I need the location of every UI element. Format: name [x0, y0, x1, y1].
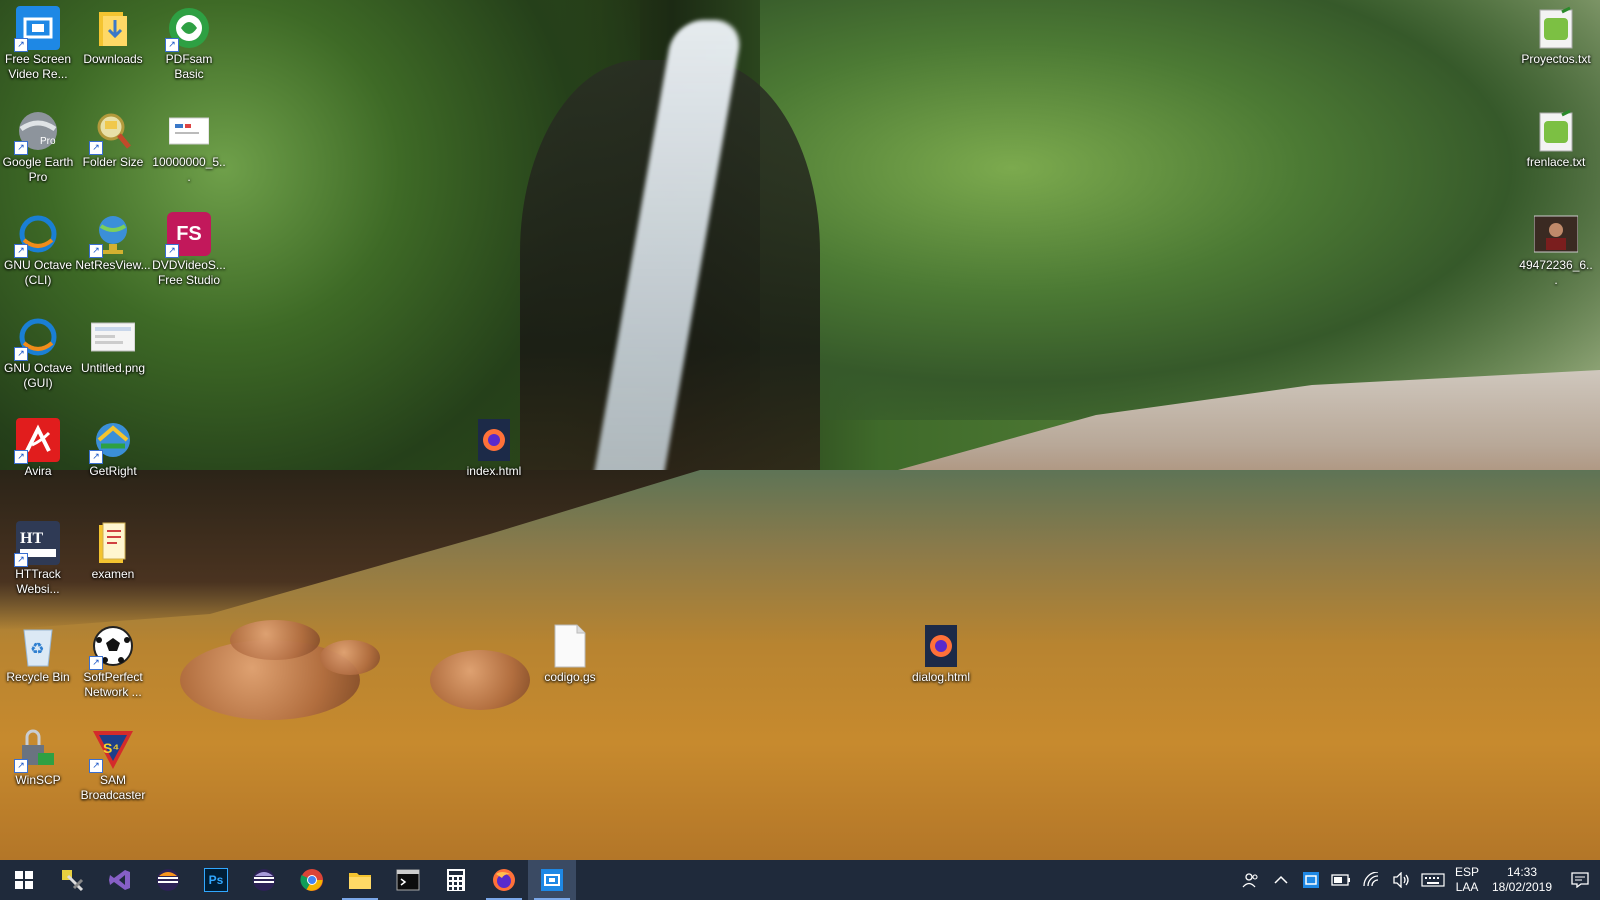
examen[interactable]: examen — [75, 515, 151, 582]
taskbar-eclipse-2-button[interactable] — [240, 860, 288, 900]
eclipse-icon — [157, 869, 179, 891]
pdfsam-icon: ↗ — [165, 6, 211, 52]
gnu-octave-gui[interactable]: ↗ GNU Octave (GUI) — [0, 309, 76, 391]
clock-date: 18/02/2019 — [1491, 880, 1553, 894]
winscp-icon: ↗ — [14, 727, 60, 773]
firefox-icon — [493, 869, 515, 891]
untitled-png[interactable]: Untitled.png — [75, 309, 151, 376]
proyectos-txt-icon — [1534, 6, 1578, 50]
taskbar-file-explorer-button[interactable] — [336, 860, 384, 900]
sam-broadcaster-icon: S⁴ ↗ — [89, 727, 135, 773]
svg-text:♻: ♻ — [30, 639, 44, 658]
taskbar: Ps ESP LAA 14:33 18/02/2019 — [0, 860, 1600, 900]
softperfect-network[interactable]: ↗ SoftPerfect Network ... — [75, 618, 151, 700]
avira-icon: ↗ — [14, 418, 60, 464]
calculator-icon — [447, 869, 465, 891]
getright[interactable]: ↗ GetRight — [75, 412, 151, 479]
proyectos-txt[interactable]: Proyectos.txt — [1518, 0, 1594, 67]
dialog-html[interactable]: dialog.html — [903, 618, 979, 685]
system-tray: ESP LAA 14:33 18/02/2019 — [1236, 860, 1600, 900]
file-explorer-icon — [349, 873, 371, 889]
photo-49472236[interactable]: 49472236_6... — [1518, 206, 1594, 288]
terminal-icon — [396, 869, 420, 891]
google-earth-pro-icon: Pro ↗ — [14, 109, 60, 155]
folder-size-icon: ↗ — [89, 109, 135, 155]
screen-recorder-icon — [541, 869, 563, 891]
codigo-gs-file-icon — [548, 624, 592, 668]
taskbar-visual-studio-button[interactable] — [96, 860, 144, 900]
getright-icon: ↗ — [89, 418, 135, 464]
frenlace-txt[interactable]: frenlace.txt — [1518, 103, 1594, 170]
tool-icon — [62, 870, 84, 892]
gnu-octave-cli-icon: ↗ — [14, 212, 60, 258]
input-language-indicator[interactable]: ESP LAA — [1450, 865, 1484, 895]
netresview[interactable]: ↗ NetResView... — [75, 206, 151, 273]
netresview-icon: ↗ — [89, 212, 135, 258]
downloads-folder-icon — [91, 6, 135, 50]
tray-screen-recorder-icon[interactable] — [1296, 860, 1326, 900]
httrack[interactable]: HT ↗ HTTrack Websi... — [0, 515, 76, 597]
dvdvideosoft-free-studio[interactable]: FS ↗ DVDVideoS... Free Studio — [151, 206, 227, 288]
show-hidden-icons-chevron-up-icon[interactable] — [1266, 860, 1296, 900]
winscp[interactable]: ↗ WinSCP — [0, 721, 76, 788]
svg-text:HT: HT — [20, 530, 43, 547]
softperfect-network-icon: ↗ — [89, 624, 135, 670]
free-screen-video-recorder[interactable]: ↗ Free Screen Video Re... — [0, 0, 76, 82]
avira[interactable]: ↗ Avira — [0, 412, 76, 479]
photo-thumbnail-icon — [1534, 212, 1578, 256]
google-earth-pro[interactable]: Pro ↗ Google Earth Pro — [0, 103, 76, 185]
taskbar-photoshop-button[interactable]: Ps — [192, 860, 240, 900]
eclipse-2-icon — [253, 869, 275, 891]
clock-time: 14:33 — [1506, 865, 1538, 879]
gnu-octave-gui-icon: ↗ — [14, 315, 60, 361]
taskbar-chrome-button[interactable] — [288, 860, 336, 900]
keyboard-layout-code: LAA — [1455, 880, 1479, 894]
chrome-icon — [300, 869, 323, 891]
taskbar-firefox-button[interactable] — [480, 860, 528, 900]
index-html-firefox-icon — [472, 418, 516, 462]
free-screen-video-recorder-icon: ↗ — [14, 6, 60, 52]
taskbar-eclipse-button[interactable] — [144, 860, 192, 900]
taskbar-tool-button[interactable] — [48, 860, 96, 900]
taskbar-terminal-button[interactable] — [384, 860, 432, 900]
downloads[interactable]: Downloads — [75, 0, 151, 67]
dvdvideosoft-icon: FS ↗ — [165, 212, 211, 258]
windows-logo-icon — [15, 871, 33, 889]
image-file-icon — [167, 109, 211, 153]
index-html[interactable]: index.html — [456, 412, 532, 479]
touch-keyboard-icon[interactable] — [1416, 860, 1450, 900]
action-center-notification-icon[interactable] — [1560, 860, 1600, 900]
taskbar-calculator-button[interactable] — [432, 860, 480, 900]
sam-broadcaster[interactable]: S⁴ ↗ SAM Broadcaster — [75, 721, 151, 803]
recycle-bin[interactable]: ♻ Recycle Bin — [0, 618, 76, 685]
frenlace-txt-icon — [1534, 109, 1578, 153]
volume-icon[interactable] — [1386, 860, 1416, 900]
codigo-gs[interactable]: codigo.gs — [532, 618, 608, 685]
folder-size[interactable]: ↗ Folder Size — [75, 103, 151, 170]
recycle-bin-icon: ♻ — [16, 624, 60, 668]
visual-studio-icon — [109, 870, 130, 890]
dialog-html-firefox-icon — [919, 624, 963, 668]
desktop-wallpaper — [0, 0, 1600, 860]
image-file-10000000[interactable]: 10000000_5... — [151, 103, 227, 185]
gnu-octave-cli[interactable]: ↗ GNU Octave (CLI) — [0, 206, 76, 288]
battery-icon[interactable] — [1326, 860, 1356, 900]
photoshop-icon: Ps — [204, 868, 228, 892]
taskbar-screen-recorder-button[interactable] — [528, 860, 576, 900]
wifi-icon[interactable] — [1356, 860, 1386, 900]
start-button[interactable] — [0, 860, 48, 900]
people-icon[interactable] — [1236, 860, 1266, 900]
untitled-png-icon — [91, 315, 135, 359]
httrack-icon: HT ↗ — [14, 521, 60, 567]
pdfsam-basic[interactable]: ↗ PDFsam Basic — [151, 0, 227, 82]
examen-folder-icon — [91, 521, 135, 565]
language-code: ESP — [1454, 865, 1479, 879]
svg-text:Pro: Pro — [40, 136, 56, 147]
clock[interactable]: 14:33 18/02/2019 — [1484, 865, 1560, 895]
svg-text:S⁴: S⁴ — [103, 740, 119, 756]
